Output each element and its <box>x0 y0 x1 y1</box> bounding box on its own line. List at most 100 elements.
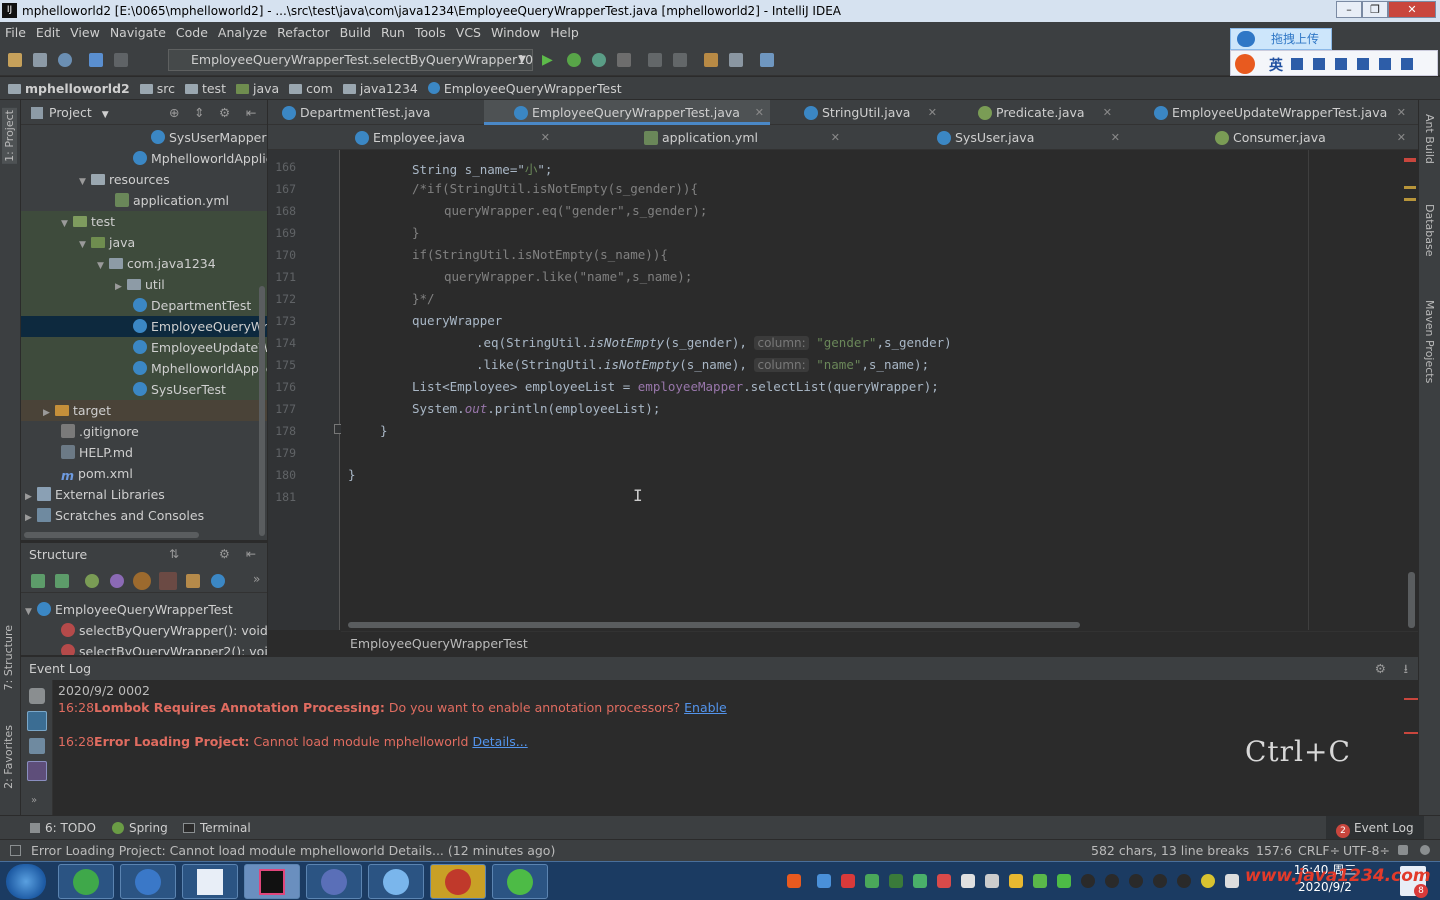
minimize-button[interactable]: – <box>1336 1 1362 18</box>
run-configuration-select[interactable]: EmployeeQueryWrapperTest.selectByQueryWr… <box>168 49 533 71</box>
maximize-button[interactable]: ❐ <box>1362 1 1388 18</box>
tree-item[interactable]: m pom.xml <box>21 463 267 484</box>
forward-arrow-icon[interactable] <box>114 53 128 67</box>
expand-arrow-icon[interactable]: ▼ <box>79 172 91 190</box>
editor-hscrollbar[interactable] <box>348 622 1080 628</box>
menu-run[interactable]: Run <box>376 22 410 44</box>
expand-arrow-icon[interactable]: ▼ <box>61 214 73 232</box>
tree-item[interactable]: ▶ target <box>21 400 267 421</box>
code-editor[interactable]: String s_name="小"; /*if(StringUtil.isNot… <box>341 150 1308 630</box>
mark-read-icon[interactable] <box>27 761 47 781</box>
menu-file[interactable]: File <box>0 22 31 44</box>
taskbar-app-browser[interactable] <box>120 864 176 899</box>
show-inherited-icon[interactable] <box>133 572 151 590</box>
project-vscrollbar[interactable] <box>259 286 265 536</box>
status-line-separator[interactable]: CRLF÷ <box>1298 840 1340 861</box>
ime-lang-label[interactable]: 英 <box>1269 55 1283 75</box>
tab-predicate[interactable]: Predicate.java ✕ <box>962 100 1118 125</box>
tray-icon[interactable] <box>985 874 999 888</box>
taskbar-app-wechat[interactable] <box>492 864 548 899</box>
hide-panel-icon[interactable]: ⇤ <box>246 100 256 125</box>
qq-tray-icon[interactable] <box>1081 874 1095 888</box>
hide-panel-icon[interactable]: ⇤ <box>246 547 256 561</box>
project-structure-icon[interactable] <box>729 53 743 67</box>
baidu-upload-widget[interactable]: 拖拽上传 <box>1230 28 1332 50</box>
tree-item[interactable]: EmployeeUpdateWr <box>21 337 267 358</box>
breadcrumb-class[interactable]: EmployeeQueryWrapperTest <box>444 77 622 100</box>
tab-employee-query-wrapper-test[interactable]: EmployeeQueryWrapperTest.java ✕ <box>484 100 770 125</box>
close-tab-icon[interactable]: ✕ <box>1111 125 1120 150</box>
warning-stripe-marker[interactable] <box>1404 186 1416 189</box>
details-link[interactable]: Details... <box>472 734 527 749</box>
volume-icon[interactable] <box>1225 874 1239 888</box>
qq-tray-icon[interactable] <box>1105 874 1119 888</box>
tree-item[interactable]: .gitignore <box>21 421 267 442</box>
expand-arrow-icon[interactable]: ▶ <box>25 487 37 505</box>
expand-arrow-icon[interactable]: ▶ <box>25 508 37 526</box>
locate-icon[interactable]: ⊕ <box>169 100 179 125</box>
tree-item-selected[interactable]: EmployeeQueryWra <box>21 316 267 337</box>
chevron-down-icon[interactable]: ▼ <box>102 110 109 120</box>
menu-window[interactable]: Window <box>486 22 545 44</box>
show-implement-icon[interactable] <box>186 574 200 588</box>
breadcrumb-java1234[interactable]: java1234 <box>360 77 418 100</box>
tree-item[interactable]: DepartmentTest <box>21 295 267 316</box>
sort-alpha-icon[interactable] <box>31 574 45 588</box>
close-tab-icon[interactable]: ✕ <box>1397 125 1406 150</box>
show-properties-icon[interactable] <box>85 574 99 588</box>
tab-employee[interactable]: Employee.java ✕ <box>336 125 556 150</box>
menu-view[interactable]: View <box>65 22 105 44</box>
breadcrumb-test[interactable]: test <box>202 77 226 100</box>
show-lambda-icon[interactable] <box>159 572 177 590</box>
tree-item[interactable]: MphelloworldApplic <box>21 148 267 169</box>
tree-item[interactable]: ▼ com.java1234 <box>21 253 267 274</box>
start-button-icon[interactable] <box>6 864 46 899</box>
taskbar-app-intellij[interactable] <box>244 864 300 899</box>
autoscroll-icon[interactable] <box>211 574 225 588</box>
gear-icon[interactable]: ⚙ <box>219 547 230 561</box>
tree-item[interactable]: application.yml <box>21 190 267 211</box>
collapse-icon[interactable]: ⇕ <box>194 100 204 125</box>
warning-stripe-marker[interactable] <box>1404 198 1416 201</box>
tool-tab-project[interactable]: 1: Project <box>2 108 17 164</box>
breadcrumb-project[interactable]: mphelloworld2 <box>25 77 130 100</box>
tab-department-test[interactable]: DepartmentTest.java <box>276 100 484 125</box>
tree-item[interactable]: ▼ java <box>21 232 267 253</box>
tray-icon[interactable] <box>865 874 879 888</box>
editor-vscrollbar[interactable] <box>1408 572 1415 628</box>
breadcrumb-java[interactable]: java <box>253 77 279 100</box>
qq-tray-icon[interactable] <box>1177 874 1191 888</box>
tree-item[interactable]: ▼ test <box>21 211 267 232</box>
tray-icon[interactable] <box>1033 874 1047 888</box>
open-folder-icon[interactable] <box>8 53 22 67</box>
tree-item[interactable]: SysUserMapper <box>21 127 267 148</box>
tree-item[interactable]: MphelloworldApplic <box>21 358 267 379</box>
taskbar-app-360[interactable] <box>58 864 114 899</box>
qq-tray-icon[interactable] <box>1153 874 1167 888</box>
tray-icon[interactable] <box>937 874 951 888</box>
tool-windows-icon[interactable] <box>10 845 21 856</box>
menu-tools[interactable]: Tools <box>410 22 451 44</box>
expand-arrow-icon[interactable]: ▼ <box>79 235 91 253</box>
editor-breadcrumb[interactable]: EmployeeQueryWrapperTest <box>341 631 1418 655</box>
tray-icon[interactable] <box>817 874 831 888</box>
tray-icon[interactable] <box>841 874 855 888</box>
tray-icon[interactable] <box>1201 874 1215 888</box>
tool-tab-structure[interactable]: 7: Structure <box>2 625 15 690</box>
close-button[interactable]: ✕ <box>1388 1 1436 18</box>
scroll-to-end-icon[interactable] <box>29 738 45 754</box>
lock-icon[interactable] <box>1398 845 1408 855</box>
tray-icon[interactable] <box>1057 874 1071 888</box>
update-icon[interactable] <box>673 53 687 67</box>
gear-icon[interactable]: ⚙ <box>219 100 230 125</box>
expand-arrow-icon[interactable]: ▶ <box>115 277 127 295</box>
coverage-icon[interactable] <box>592 53 606 67</box>
close-tab-icon[interactable]: ✕ <box>1397 100 1406 125</box>
tool-tab-favorites[interactable]: 2: Favorites <box>2 725 15 789</box>
tool-tab-ant-build[interactable]: Ant Build <box>1423 114 1436 164</box>
tray-icon[interactable] <box>889 874 903 888</box>
inspector-icon[interactable] <box>1420 845 1430 855</box>
tab-employee-update-wrapper-test[interactable]: EmployeeUpdateWrapperTest.java ✕ <box>1136 100 1412 125</box>
status-encoding[interactable]: UTF-8÷ <box>1343 840 1390 861</box>
expand-arrow-icon[interactable]: ▶ <box>43 403 55 421</box>
